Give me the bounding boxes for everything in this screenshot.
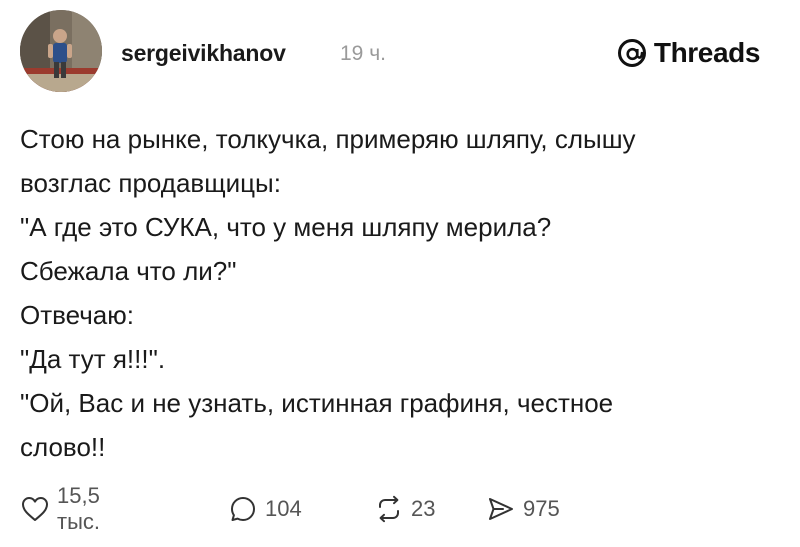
post-text-line: "А где это СУКА, что у меня шляпу мерила… bbox=[20, 212, 552, 242]
threads-logo-icon bbox=[616, 37, 648, 69]
like-button[interactable]: 15,5 тыс. bbox=[20, 483, 100, 534]
post-header: sergeivikhanov 19 ч. Threads bbox=[20, 10, 780, 100]
repost-count: 23 bbox=[411, 496, 436, 521]
share-count: 975 bbox=[523, 496, 560, 521]
post-text-line: "Да тут я!!!". bbox=[20, 344, 166, 374]
like-count: 15,5 тыс. bbox=[57, 483, 101, 534]
post-text-line: слово!! bbox=[20, 432, 106, 462]
post-text-line: возглас продавщицы: bbox=[20, 168, 281, 198]
threads-brand: Threads bbox=[616, 36, 760, 70]
post-text-line: "Ой, Вас и не узнать, истинная графиня, … bbox=[20, 388, 614, 418]
threads-brand-name: Threads bbox=[653, 37, 761, 68]
post-text-line: Отвечаю: bbox=[20, 300, 134, 330]
avatar[interactable] bbox=[20, 10, 102, 92]
comment-button[interactable]: 104 bbox=[228, 489, 302, 529]
avatar-image bbox=[20, 10, 102, 92]
repost-button[interactable]: 23 bbox=[374, 489, 435, 529]
post-timestamp: 19 ч. bbox=[340, 42, 386, 65]
post-text: Стою на рынке, толкучка, примеряю шляпу,… bbox=[20, 117, 780, 469]
threads-post: sergeivikhanov 19 ч. Threads Стою на рын… bbox=[0, 0, 800, 547]
comment-icon bbox=[228, 494, 258, 524]
post-text-line: Сбежала что ли?" bbox=[20, 256, 237, 286]
comment-count: 104 bbox=[265, 496, 302, 521]
author-username[interactable]: sergeivikhanov bbox=[121, 40, 286, 67]
send-icon bbox=[486, 494, 516, 524]
share-button[interactable]: 975 bbox=[486, 489, 560, 529]
heart-icon bbox=[20, 494, 50, 524]
post-text-line: Стою на рынке, толкучка, примеряю шляпу,… bbox=[20, 124, 636, 154]
repost-icon bbox=[374, 494, 404, 524]
